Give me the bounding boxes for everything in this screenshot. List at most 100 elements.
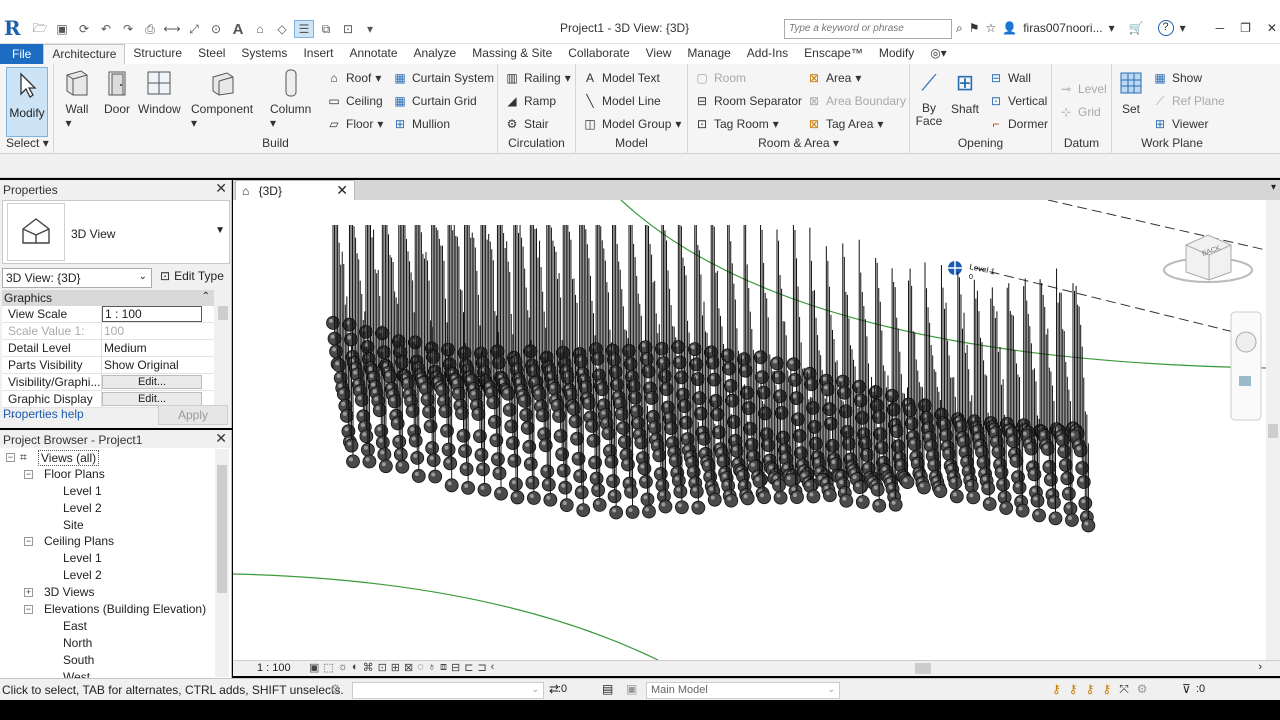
survey-point-sphere[interactable] (1032, 508, 1046, 523)
tab-structure[interactable]: Structure (125, 44, 190, 64)
tree-item-site[interactable]: Site (0, 517, 214, 534)
survey-point-sphere[interactable] (541, 477, 556, 492)
horizontal-scroll-thumb[interactable] (915, 663, 931, 674)
design-options-icon[interactable]: ▤ (602, 682, 613, 696)
dimension-icon[interactable]: ⤢ (184, 20, 204, 38)
survey-point-sphere[interactable] (822, 488, 837, 503)
rendering-icon[interactable]: ⌘ (363, 661, 374, 674)
view-tab-3d[interactable]: ⌂ {3D} ✕ (235, 180, 355, 200)
survey-point-sphere[interactable] (458, 444, 472, 458)
close-view-tab-icon[interactable]: ✕ (336, 182, 348, 199)
tree-item-ceiling-level-2[interactable]: Level 2 (0, 567, 214, 584)
survey-point-sphere[interactable] (870, 482, 885, 497)
survey-point-sphere[interactable] (607, 489, 622, 504)
survey-point-sphere[interactable] (395, 459, 410, 474)
search-input[interactable]: Type a keyword or phrase (784, 19, 952, 39)
tree-item-ceiling-level-1[interactable]: Level 1 (0, 550, 214, 567)
property-row-visibility-graphics[interactable]: Visibility/Graphi... Edit... (2, 374, 214, 391)
survey-point-sphere[interactable] (606, 474, 620, 488)
survey-point-sphere[interactable] (773, 490, 788, 505)
show-crop-icon[interactable]: ⊞ (391, 661, 400, 674)
survey-point-sphere[interactable] (492, 466, 507, 481)
survey-point-sphere[interactable] (459, 462, 474, 477)
properties-scrollbar[interactable] (216, 290, 230, 402)
section-icon[interactable]: ◇ (272, 20, 292, 38)
model-group-button[interactable]: ◫ Model Group ▾ (582, 115, 681, 133)
restore-icon[interactable]: ❐ (1240, 21, 1251, 35)
unlock-view-icon[interactable]: ⊠ (404, 661, 413, 674)
area-button[interactable]: ⊠ Area ▾ (806, 69, 861, 87)
survey-point-sphere[interactable] (806, 489, 821, 504)
survey-point-sphere[interactable] (591, 483, 606, 498)
undo-icon[interactable]: ↶ (96, 20, 116, 38)
zoom-icon[interactable] (1239, 376, 1251, 386)
tree-item-floor-level-1[interactable]: Level 1 (0, 483, 214, 500)
survey-point-sphere[interactable] (852, 480, 867, 495)
survey-point-sphere[interactable] (888, 497, 903, 512)
show-button[interactable]: ▦ Show (1152, 69, 1202, 87)
survey-point-sphere[interactable] (872, 498, 887, 513)
door-button[interactable]: Door (102, 68, 132, 116)
curtain-system-button[interactable]: ▦ Curtain System (392, 69, 494, 87)
survey-point-sphere[interactable] (757, 490, 772, 505)
survey-point-sphere[interactable] (375, 435, 390, 450)
wall-button[interactable]: Wall ▾ (62, 68, 92, 130)
3d-view-icon[interactable]: ⌂ (250, 20, 270, 38)
switch-windows-icon[interactable]: ⊡ (338, 20, 358, 38)
design-option-selector[interactable]: Main Model ⌄ (646, 682, 840, 699)
vertical-opening-button[interactable]: ⊡ Vertical (988, 92, 1047, 110)
survey-point-sphere[interactable] (494, 486, 508, 501)
survey-point-sphere[interactable] (589, 471, 604, 486)
column-button[interactable]: Column ▾ (270, 68, 311, 130)
tab-systems[interactable]: Systems (233, 44, 295, 64)
temporary-hide-icon[interactable]: ◌ (417, 661, 424, 674)
survey-point-sphere[interactable] (1061, 486, 1076, 501)
graphic-display-edit-button[interactable]: Edit... (102, 392, 202, 406)
survey-point-sphere[interactable] (1012, 480, 1027, 495)
favorites-icon[interactable]: ☆ (986, 21, 997, 35)
survey-point-sphere[interactable] (625, 505, 640, 519)
survey-point-sphere[interactable] (510, 490, 525, 505)
level-1-marker[interactable]: Level 1 0 (948, 261, 996, 281)
survey-point-sphere[interactable] (1047, 495, 1061, 510)
thin-lines-icon[interactable]: ☰ (294, 20, 314, 38)
survey-point-sphere[interactable] (740, 491, 755, 506)
select-links-icon[interactable]: ⚷ (1052, 682, 1061, 697)
tab-file[interactable]: File (0, 44, 44, 64)
survey-point-sphere[interactable] (855, 495, 870, 509)
survey-point-sphere[interactable] (573, 469, 588, 483)
survey-point-sphere[interactable] (359, 429, 374, 444)
tree-item-floor-level-2[interactable]: Level 2 (0, 500, 214, 517)
tabs-dropdown-icon[interactable]: ▾ (1271, 182, 1276, 193)
infocenter-icon[interactable]: ⚑ (969, 21, 980, 35)
survey-point-sphere[interactable] (948, 475, 963, 490)
set-button[interactable]: Set (1116, 68, 1146, 116)
survey-point-sphere[interactable] (543, 492, 558, 507)
help-icon[interactable]: ? (1157, 20, 1174, 36)
tab-analyze[interactable]: Analyze (406, 44, 465, 64)
survey-point-sphere[interactable] (1048, 511, 1063, 526)
survey-point-sphere[interactable] (377, 447, 392, 462)
select-pinned-icon[interactable]: ⚷ (1086, 682, 1095, 697)
survey-point-sphere[interactable] (559, 498, 574, 513)
survey-point-sphere[interactable] (491, 452, 505, 467)
survey-point-sphere[interactable] (558, 480, 573, 495)
user-dropdown-icon[interactable]: ▾ (1109, 21, 1115, 35)
binoculars-icon[interactable]: ⌕ (956, 21, 963, 36)
modify-button[interactable]: Modify (6, 67, 48, 137)
survey-point-sphere[interactable] (772, 478, 786, 493)
wall-opening-button[interactable]: ⊟ Wall (988, 69, 1031, 87)
cart-icon[interactable]: 🛒 (1129, 21, 1144, 35)
survey-point-sphere[interactable] (917, 480, 931, 495)
tab-steel[interactable]: Steel (190, 44, 233, 64)
survey-point-sphere[interactable] (900, 475, 915, 490)
3d-view-canvas[interactable]: Level 1 0 BACK (233, 200, 1266, 660)
viewer-button[interactable]: ⊞ Viewer (1152, 115, 1209, 133)
tag-icon[interactable]: ⊙ (206, 20, 226, 38)
scroll-left-icon[interactable]: ‹ (491, 661, 495, 674)
crop-view-icon[interactable]: ⊡ (378, 661, 387, 674)
room-separator-button[interactable]: ⊟ Room Separator (694, 92, 802, 110)
highlight-constraints-icon[interactable]: ⊏ (464, 661, 473, 674)
survey-point-sphere[interactable] (574, 485, 589, 500)
panel-title-select[interactable]: Select ▾ (0, 136, 53, 150)
